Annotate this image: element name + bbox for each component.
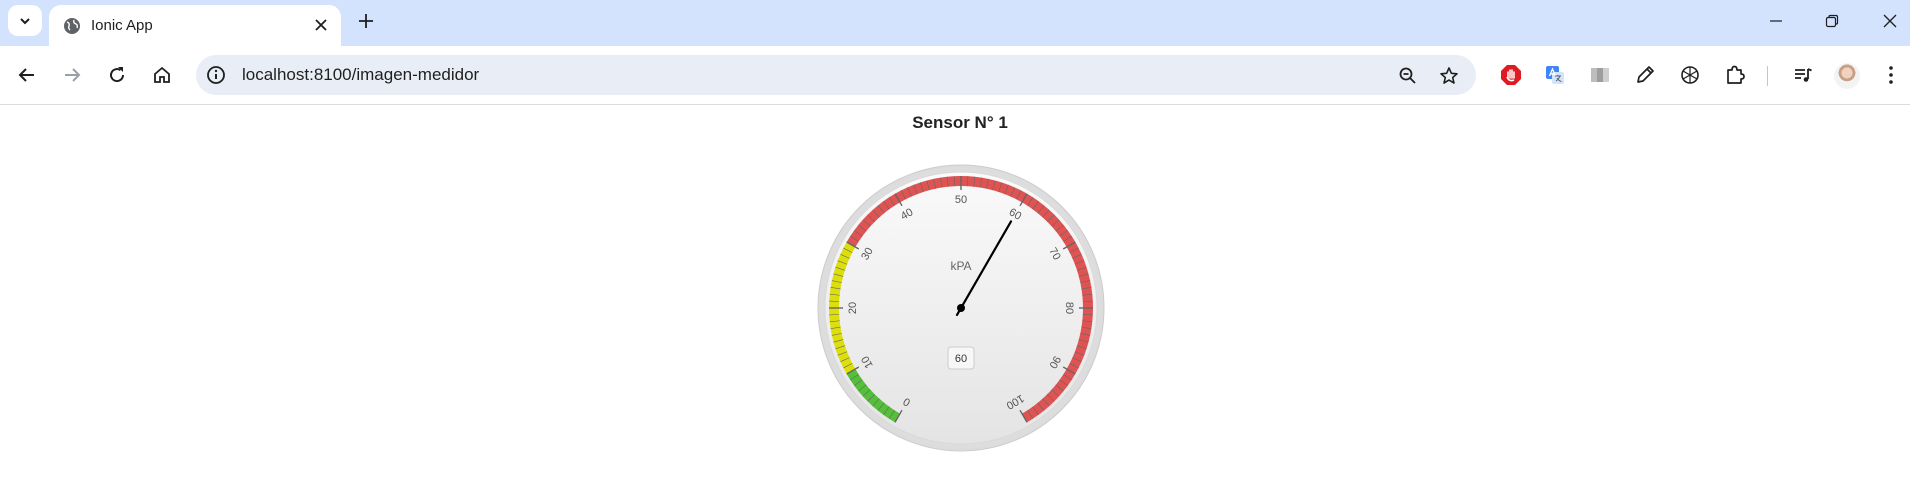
bookmark-button[interactable]: [1437, 64, 1461, 88]
new-tab-button[interactable]: [354, 9, 378, 33]
home-button[interactable]: [149, 62, 175, 88]
browser-menu-button[interactable]: [1878, 62, 1904, 88]
gauge-tick-label: 50: [955, 194, 967, 206]
zoom-out-icon: [1399, 67, 1416, 84]
plus-icon: [359, 14, 373, 28]
home-icon: [154, 66, 170, 83]
site-info-icon[interactable]: [206, 65, 226, 85]
pressure-gauge: 0102030405060708090100 kPA 60: [817, 164, 1105, 452]
arrow-right-icon: [65, 68, 81, 82]
chevron-down-icon: [20, 17, 30, 24]
reload-button[interactable]: [104, 62, 130, 88]
google-translate-icon: [1546, 66, 1564, 84]
browser-titlebar: Ionic App: [0, 0, 1910, 46]
playlist-icon: [1795, 68, 1812, 82]
gauge-pivot: [957, 304, 965, 312]
openai-extension[interactable]: [1677, 62, 1703, 88]
address-bar[interactable]: localhost:8100/imagen-medidor: [196, 55, 1476, 95]
more-vertical-icon: [1889, 66, 1893, 84]
extensions-button[interactable]: [1722, 62, 1748, 88]
toolbar-separator: [1767, 66, 1768, 86]
close-icon: [1883, 14, 1897, 28]
globe-icon: [64, 18, 80, 34]
back-button[interactable]: [14, 62, 40, 88]
restore-icon: [1825, 14, 1839, 28]
gauge-tick-label: 80: [1063, 302, 1075, 314]
restore-button[interactable]: [1812, 8, 1852, 34]
puzzle-icon: [1727, 65, 1745, 84]
openai-icon: [1681, 66, 1699, 84]
close-icon: [315, 19, 327, 31]
browser-tab-active[interactable]: Ionic App: [49, 5, 341, 46]
pen-extension[interactable]: [1632, 62, 1658, 88]
tab-search-button[interactable]: [8, 5, 42, 36]
star-icon: [1440, 67, 1458, 84]
reader-extension[interactable]: [1587, 62, 1613, 88]
browser-toolbar: localhost:8100/imagen-medidor: [0, 46, 1910, 105]
pencil-icon: [1637, 66, 1654, 83]
tab-close-button[interactable]: [311, 15, 331, 35]
translate-extension[interactable]: [1542, 62, 1568, 88]
page-title: Sensor N° 1: [912, 113, 1008, 132]
reload-icon: [110, 67, 125, 83]
stop-hand-icon: [1501, 65, 1521, 85]
url-text[interactable]: localhost:8100/imagen-medidor: [242, 65, 479, 85]
adblock-extension[interactable]: [1498, 62, 1524, 88]
arrow-left-icon: [18, 68, 34, 82]
media-controls-button[interactable]: [1790, 62, 1816, 88]
gauge-unit-label: kPA: [950, 259, 971, 273]
gauge-tick-label: 20: [847, 302, 859, 314]
close-window-button[interactable]: [1870, 8, 1910, 34]
minimize-icon: [1770, 20, 1782, 22]
forward-button[interactable]: [59, 62, 85, 88]
zoom-button[interactable]: [1396, 64, 1420, 88]
page-content: Sensor N° 1 0 10 20 30 40 50 60 70 80 90 100 kPA 6…: [0, 105, 1910, 487]
gauge-value-label: 60: [955, 353, 967, 365]
book-icon: [1591, 68, 1609, 82]
minimize-button[interactable]: [1756, 8, 1796, 34]
profile-avatar[interactable]: [1834, 63, 1860, 89]
tab-title: Ionic App: [91, 17, 153, 34]
